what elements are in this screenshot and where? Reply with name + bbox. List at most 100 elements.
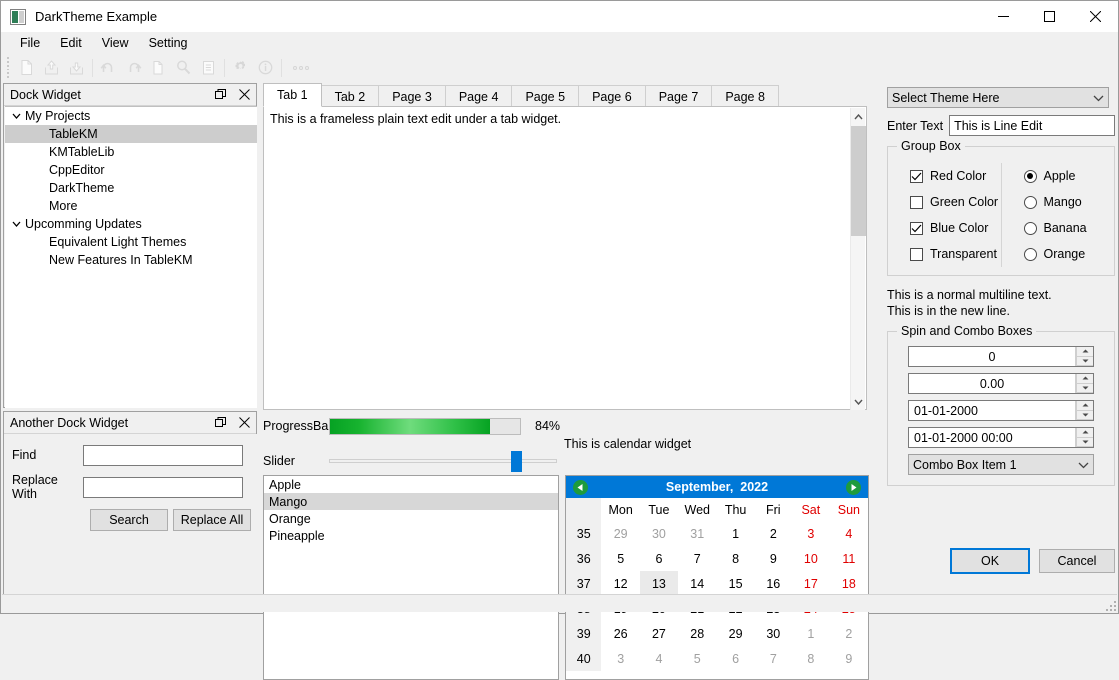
chevron-down-icon[interactable] [9, 109, 23, 123]
radio-circle[interactable] [1023, 247, 1037, 261]
fruit-list[interactable]: Apple Mango Orange Pineapple [263, 475, 559, 680]
calendar-day[interactable]: 17 [792, 571, 830, 596]
chevron-down-icon[interactable] [851, 393, 866, 410]
calendar-day[interactable]: 7 [755, 646, 792, 671]
find-input[interactable] [83, 444, 243, 466]
calendar-day[interactable]: 16 [755, 571, 792, 596]
checkbox-box[interactable] [910, 247, 923, 261]
calendar-day[interactable]: 29 [717, 621, 755, 646]
tab-page-8[interactable]: Page 8 [711, 85, 779, 107]
float-icon[interactable] [213, 416, 227, 430]
copy-icon[interactable] [146, 56, 171, 80]
radio-circle[interactable] [1023, 221, 1037, 235]
replace-input[interactable] [83, 476, 243, 498]
item-combo[interactable]: Combo Box Item 1 [908, 454, 1094, 475]
calendar-day[interactable]: 7 [678, 546, 717, 571]
close-icon[interactable] [237, 416, 251, 430]
undo-icon[interactable] [96, 56, 121, 80]
search-icon[interactable] [171, 56, 196, 80]
tab-page-4[interactable]: Page 4 [444, 85, 513, 107]
slider-handle[interactable] [511, 451, 522, 472]
overflow-dots-icon[interactable] [285, 65, 317, 70]
spin-int[interactable]: 0 [908, 346, 1094, 367]
redo-icon[interactable] [121, 56, 146, 80]
editor-vertical-scrollbar[interactable] [850, 108, 866, 410]
arrow-right-icon[interactable] [846, 479, 861, 495]
checkbox-blue-color[interactable]: Blue Color [910, 215, 1001, 241]
radio-banana[interactable]: Banana [1023, 215, 1115, 241]
calendar-day[interactable]: 9 [755, 546, 792, 571]
download-icon[interactable] [64, 56, 89, 80]
plain-text-editor[interactable]: This is a frameless plain text edit unde… [263, 106, 867, 410]
menu-item-edit[interactable]: Edit [50, 34, 92, 52]
radio-circle[interactable] [1023, 195, 1037, 209]
spin-up-icon[interactable] [1076, 374, 1093, 384]
project-tree[interactable]: My Projects TableKM KMTableLib CppEditor Dar… [5, 106, 257, 408]
tab-page-7[interactable]: Page 7 [644, 85, 713, 107]
list-item[interactable]: Mango [264, 493, 558, 510]
calendar-day[interactable]: 13 [639, 571, 678, 596]
calendar-day[interactable]: 10 [792, 546, 830, 571]
new-file-icon[interactable] [14, 56, 39, 80]
cancel-button[interactable]: Cancel [1039, 549, 1115, 573]
menu-item-view[interactable]: View [92, 34, 139, 52]
list-item[interactable]: Pineapple [264, 527, 558, 544]
tree-item-child[interactable]: More [5, 197, 257, 215]
chevron-down-icon[interactable] [9, 217, 23, 231]
upload-icon[interactable] [39, 56, 64, 80]
calendar-day[interactable]: 3 [792, 521, 830, 546]
calendar-grid[interactable]: Mon Tue Wed Thu Fri Sat Sun 35 29 30 31 1 2 3 4 36 5 6 7 8 9… [566, 498, 868, 671]
calendar-widget[interactable]: September, 2022 Mon Tue Wed Thu Fri Sat Sun 35 2… [565, 475, 869, 680]
ok-button[interactable]: OK [950, 548, 1030, 574]
spin-datetime-value[interactable]: 01-01-2000 00:00 [909, 431, 1075, 445]
tab-page-3[interactable]: Page 3 [378, 85, 446, 107]
tree-item-child[interactable]: Equivalent Light Themes [5, 233, 257, 251]
checkbox-red-color[interactable]: Red Color [910, 163, 1001, 189]
spin-int-value[interactable]: 0 [909, 350, 1075, 364]
spin-datetime-buttons[interactable] [1075, 428, 1093, 447]
replace-all-button[interactable]: Replace All [173, 509, 251, 531]
tree-item-child[interactable]: KMTableLib [5, 143, 257, 161]
calendar-day[interactable]: 4 [830, 521, 868, 546]
calendar-day[interactable]: 29 [601, 521, 639, 546]
gear-icon[interactable] [228, 56, 253, 80]
calendar-day[interactable]: 5 [678, 646, 717, 671]
menu-item-file[interactable]: File [10, 34, 50, 52]
calendar-day[interactable]: 5 [601, 546, 639, 571]
calendar-day[interactable]: 6 [640, 546, 678, 571]
chevron-up-icon[interactable] [851, 108, 865, 125]
calendar-day[interactable]: 8 [792, 646, 830, 671]
tree-item-child[interactable]: New Features In TableKM [5, 251, 257, 269]
list-item[interactable]: Apple [264, 476, 558, 493]
checkbox-box[interactable] [910, 169, 923, 183]
spin-double[interactable]: 0.00 [908, 373, 1094, 394]
radio-circle[interactable] [1023, 169, 1037, 183]
radio-apple[interactable]: Apple [1023, 163, 1115, 189]
spin-date-value[interactable]: 01-01-2000 [909, 404, 1075, 418]
calendar-day[interactable]: 28 [678, 621, 717, 646]
close-icon[interactable] [1072, 1, 1118, 32]
spin-double-buttons[interactable] [1075, 374, 1093, 393]
calendar-day[interactable]: 30 [755, 621, 792, 646]
resize-grip[interactable] [1104, 599, 1116, 611]
info-icon[interactable] [253, 56, 278, 80]
spin-down-icon[interactable] [1076, 383, 1093, 393]
checkbox-box[interactable] [910, 195, 923, 209]
theme-select[interactable]: Select Theme Here [887, 87, 1109, 108]
calendar-month[interactable]: September, [666, 480, 733, 494]
spin-date-buttons[interactable] [1075, 401, 1093, 420]
editor-content[interactable]: This is a frameless plain text edit unde… [264, 107, 866, 131]
slider[interactable] [329, 449, 557, 473]
calendar-day[interactable]: 3 [601, 646, 639, 671]
list-item[interactable]: Orange [264, 510, 558, 527]
calendar-day[interactable]: 12 [601, 571, 639, 596]
minimize-icon[interactable] [980, 1, 1026, 32]
tree-item-child[interactable]: CppEditor [5, 161, 257, 179]
radio-mango[interactable]: Mango [1023, 189, 1115, 215]
calendar-day[interactable]: 15 [717, 571, 755, 596]
calendar-year[interactable]: 2022 [740, 480, 768, 494]
calendar-day[interactable]: 18 [830, 571, 868, 596]
calendar-day[interactable]: 8 [717, 546, 755, 571]
spin-up-icon[interactable] [1076, 428, 1093, 438]
spin-down-icon[interactable] [1076, 410, 1093, 420]
